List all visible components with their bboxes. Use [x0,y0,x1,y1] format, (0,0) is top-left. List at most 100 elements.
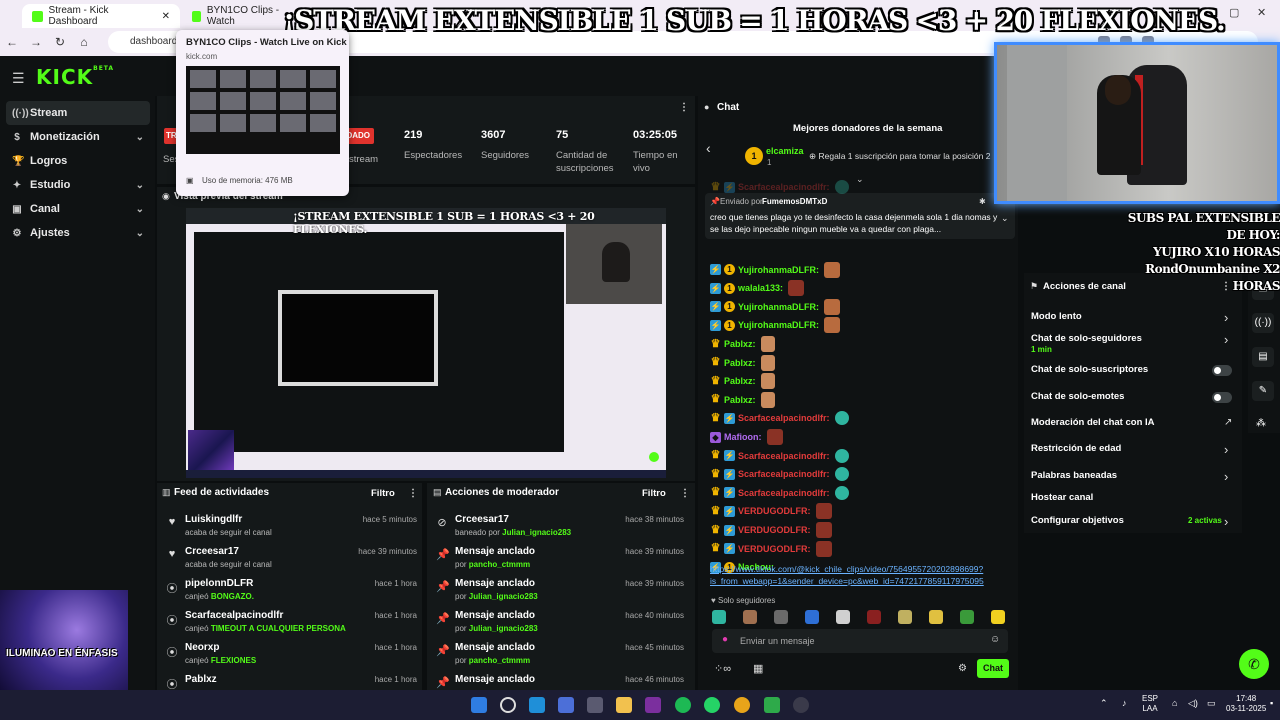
mod-action-user[interactable]: pancho_ctmmm [469,656,530,665]
send-chat-button[interactable]: Chat [977,659,1009,678]
forward-icon[interactable]: → [24,35,48,49]
channel-action-item[interactable]: Chat de solo-seguidores [1031,333,1142,344]
mod-action-name[interactable]: Mensaje anclado [455,610,535,621]
sidebar-item-logros[interactable]: 🏆 Logros [6,149,150,173]
mod-action-user[interactable]: pancho_ctmmm [469,560,530,569]
stream-preview[interactable]: ¡STREAM EXTENSIBLE 1 SUB = 1 HORAS <3 + … [186,208,666,478]
chevron-down-icon[interactable]: ⌄ [856,174,864,185]
settings-people-icon[interactable]: ⁘∞ [714,662,731,675]
mod-action-name[interactable]: Mensaje anclado [455,578,535,589]
volume-icon[interactable]: ◁) [1188,698,1198,708]
chat-username[interactable]: YujirohanmaDLFR: [738,265,819,275]
chat-username[interactable]: Pablxz: [724,358,756,368]
close-tab-icon[interactable]: ✕ [162,11,170,22]
mic-tray-icon[interactable]: ♪ [1122,698,1127,708]
kebab-menu-icon[interactable]: ⋮ [679,102,689,113]
channel-action-item[interactable]: Palabras baneadas [1031,470,1117,481]
mod-action-user[interactable]: Julian_ignacio283 [469,592,538,601]
emote-icon[interactable] [929,610,943,624]
media-icon[interactable] [645,697,661,713]
reload-icon[interactable]: ↻ [48,35,72,49]
help-chat-button[interactable]: ✆ [1239,649,1269,679]
notification-icon[interactable]: ▪ [1270,698,1273,708]
chevron-right-icon[interactable]: › [1224,469,1228,484]
xbox-icon[interactable] [764,697,780,713]
mod-action-name[interactable]: Mensaje anclado [455,546,535,557]
chat-username[interactable]: Pablxz: [724,339,756,349]
folder-icon[interactable] [616,697,632,713]
mod-filter-button[interactable]: Filtro [642,488,666,499]
people-icon[interactable]: ⁂ [1256,418,1266,429]
sidebar-item-stream[interactable]: ((·)) Stream [6,101,150,125]
sidebar-item-estudio[interactable]: ✦ Estudio ⌄ [6,173,150,197]
mod-action-user[interactable]: Julian_ignacio283 [502,528,571,537]
obs-icon[interactable] [793,697,809,713]
activity-user[interactable]: pipelonnDLFR [185,578,253,589]
search-icon[interactable] [500,697,516,713]
wrench-icon[interactable]: ✎ [1252,381,1274,401]
kebab-menu-icon[interactable]: ⋮ [408,488,418,499]
close-window-icon[interactable]: ✕ [1257,6,1266,19]
channel-action-item[interactable]: Configurar objetivos [1031,515,1124,526]
mod-action-name[interactable]: Crceesar17 [455,514,509,525]
chevron-right-icon[interactable]: › [1224,332,1228,347]
gear-icon[interactable]: ⚙ [958,663,967,674]
chat-username[interactable]: YujirohanmaDLFR: [738,320,819,330]
mod-action-user[interactable]: Julian_ignacio283 [469,624,538,633]
channel-action-item[interactable]: Restricción de edad [1031,443,1121,454]
activity-user[interactable]: Scarfacealpacinodlfr [185,610,283,621]
emote-icon[interactable] [991,610,1005,624]
pinned-by-user[interactable]: FumemosDMTxD [762,197,827,206]
chat-link[interactable]: https://www.tiktok.com/@kick_chile_clips… [710,563,992,587]
back-icon[interactable]: ← [0,35,24,49]
kick-logo[interactable]: KICKBETA [36,65,114,89]
emote-icon[interactable] [836,610,850,624]
app-icon[interactable] [587,697,603,713]
sidebar-item-monetizacion[interactable]: $ Monetización ⌄ [6,125,150,149]
external-link-icon[interactable]: ↗ [1224,417,1232,428]
emote-icon[interactable] [805,610,819,624]
queue-icon[interactable]: ▤ [1252,347,1274,367]
store-icon[interactable]: ▦ [753,662,763,675]
unpin-icon[interactable]: ✱ [979,197,986,206]
battery-icon[interactable]: ▭ [1207,698,1216,708]
chevron-up-icon[interactable]: ⌃ [1100,698,1108,708]
clock[interactable]: 17:48 03-11-2025 [1226,694,1266,714]
chat-username[interactable]: Scarfacealpacinodlfr: [738,469,830,479]
toggle-switch[interactable] [1212,392,1232,403]
network-icon[interactable]: ⌂ [1172,698,1177,708]
emote-icon[interactable] [898,610,912,624]
chat-username[interactable]: Scarfacealpacinodlfr: [738,182,830,192]
channel-action-item[interactable]: Chat de solo-suscriptores [1031,364,1148,375]
store-app-icon[interactable] [558,697,574,713]
spotify-icon[interactable] [675,697,691,713]
chevron-right-icon[interactable]: › [1224,514,1228,529]
activity-user[interactable]: Crceesar17 [185,546,239,557]
broadcast-icon[interactable]: ((·)) [1252,313,1274,333]
chevron-down-icon[interactable]: ⌄ [1001,213,1009,224]
sidebar-item-ajustes[interactable]: ⚙ Ajustes ⌄ [6,221,150,245]
menu-icon[interactable]: ☰ [12,70,25,87]
chat-username[interactable]: YujirohanmaDLFR: [738,302,819,312]
chat-username[interactable]: Scarfacealpacinodlfr: [738,451,830,461]
tab-stream-dashboard[interactable]: Stream - Kick Dashboard ✕ [22,4,180,28]
kebab-menu-icon[interactable]: ⋮ [680,488,690,499]
home-icon[interactable]: ⌂ [72,35,96,49]
channel-action-item[interactable]: Chat de solo-emotes [1031,391,1124,402]
chat-message-input[interactable]: Enviar un mensaje [712,629,1008,653]
top-donor-name[interactable]: elcamiza [766,146,804,156]
activity-user[interactable]: Luiskingdlfr [185,514,242,525]
chat-username[interactable]: VERDUGODLFR: [738,525,811,535]
emote-icon[interactable] [960,610,974,624]
mic-icon[interactable]: ● [722,634,728,645]
chat-username[interactable]: Scarfacealpacinodlfr: [738,413,830,423]
edge-icon[interactable] [529,697,545,713]
chevron-right-icon[interactable]: › [1224,442,1228,457]
channel-action-item[interactable]: Moderación del chat con IA [1031,417,1155,428]
chat-username[interactable]: VERDUGODLFR: [738,544,811,554]
emote-icon[interactable] [774,610,788,624]
emote-icon[interactable] [743,610,757,624]
toggle-switch[interactable] [1212,365,1232,376]
channel-action-item[interactable]: Hostear canal [1031,492,1093,503]
whatsapp-icon[interactable] [704,697,720,713]
